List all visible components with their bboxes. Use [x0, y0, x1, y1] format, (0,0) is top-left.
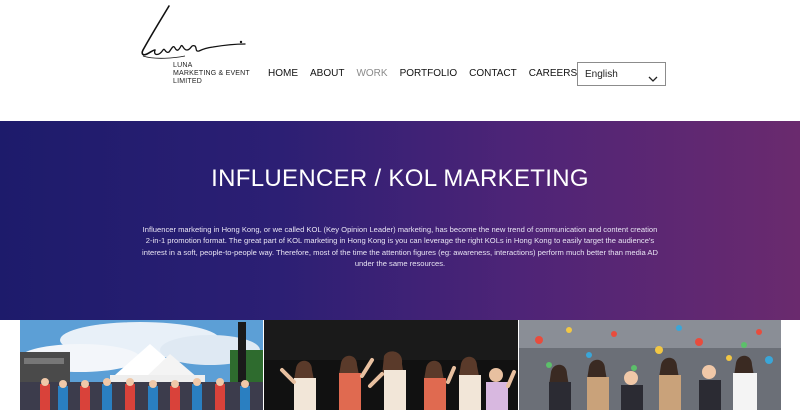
nav-item-work[interactable]: WORK	[350, 66, 393, 81]
dance-group-photo[interactable]	[264, 320, 518, 410]
chevron-down-icon	[648, 70, 658, 88]
brand-logo[interactable]	[135, 4, 250, 62]
hero-description: Influencer marketing in Hong Kong, or we…	[142, 225, 658, 269]
language-select[interactable]: English	[577, 62, 666, 86]
nav-item-about[interactable]: ABOUT	[304, 66, 350, 81]
company-name: LUNA MARKETING & EVENT LIMITED	[173, 62, 250, 86]
hero-banner: INFLUENCER / KOL MARKETING Influencer ma…	[0, 121, 800, 320]
site-header: LUNA MARKETING & EVENT LIMITED HOME ABOU…	[0, 0, 800, 121]
company-name-line: LIMITED	[173, 78, 203, 85]
nav-item-careers[interactable]: CAREERS	[523, 66, 583, 81]
nav-item-home[interactable]: HOME	[262, 66, 304, 81]
company-name-line: MARKETING & EVENT	[173, 70, 250, 77]
nav-item-contact[interactable]: CONTACT	[463, 66, 523, 81]
page-title: INFLUENCER / KOL MARKETING	[211, 165, 589, 192]
main-nav: HOME ABOUT WORK PORTFOLIO CONTACT CAREER…	[262, 66, 583, 81]
photo-gallery	[0, 320, 800, 410]
climbing-wall-photo[interactable]	[519, 320, 781, 410]
language-select-value: English	[585, 68, 618, 80]
company-name-line: LUNA	[173, 62, 193, 69]
nav-item-portfolio[interactable]: PORTFOLIO	[394, 66, 464, 81]
luna-script-logo-icon	[141, 5, 246, 59]
outdoor-event-photo[interactable]	[20, 320, 263, 410]
